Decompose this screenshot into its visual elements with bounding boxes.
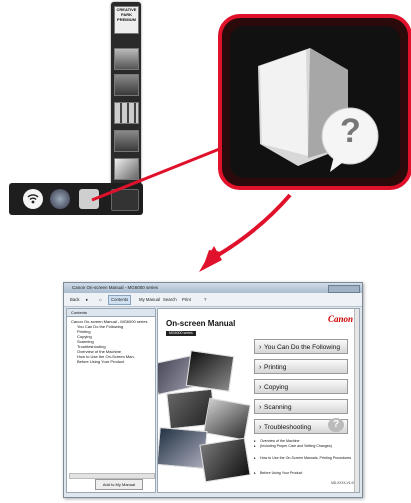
help-bubble-icon: ? (328, 418, 344, 432)
window-title: Canon On-screen Manual - MG6000 series (72, 285, 159, 290)
nav-scanning[interactable]: Scanning (254, 399, 348, 415)
manual-icon-zoomed: ? (230, 26, 400, 178)
home-icon[interactable]: ⌂ (99, 293, 102, 306)
photo-image (199, 437, 251, 483)
link-how-to-use[interactable]: How to Use the On-Screen Manuals, Printi… (254, 456, 359, 461)
link-before-using[interactable]: Before Using Your Product (254, 471, 359, 476)
doc-id: MD-XXXX-V1.00 (331, 481, 355, 485)
nav-you-can-do[interactable]: You Can Do the Following (254, 339, 348, 355)
tree-item[interactable]: Before Using Your Product (77, 359, 124, 364)
print-button[interactable]: Print (182, 293, 191, 306)
search-button[interactable]: Search (163, 293, 177, 306)
link-overview-detail[interactable]: (Including Proper Care and Setting Chang… (254, 444, 359, 449)
zoom-callout: ? (218, 14, 411, 190)
model-badge: MG6000 series (166, 331, 196, 336)
photo-image (203, 397, 251, 441)
manual-window: Canon On-screen Manual - MG6000 series B… (63, 282, 363, 498)
vertical-scrollbar[interactable] (354, 309, 359, 492)
photo-image (185, 350, 235, 392)
back-button[interactable]: Back (70, 293, 80, 306)
page-title: On-screen Manual (166, 319, 236, 328)
contents-tab-label: Contents (71, 310, 88, 315)
brand-logo: Canon (327, 314, 353, 324)
contents-pane: Contents Canon On-screen Manual - MG6000… (66, 308, 156, 493)
book-icon (258, 48, 379, 172)
forward-button[interactable]: ▸ (86, 293, 88, 306)
my-manual-button[interactable]: My Manual (139, 293, 160, 306)
window-controls[interactable] (328, 285, 360, 293)
help-icon[interactable]: ? (204, 293, 206, 306)
nav-printing[interactable]: Printing (254, 359, 348, 375)
link-overview[interactable]: Overview of the Machine (254, 439, 359, 444)
contents-button[interactable]: Contents (108, 295, 132, 305)
contents-tab[interactable]: Contents (67, 309, 155, 317)
content-pane: On-screen Manual MG6000 series Canon You… (157, 308, 360, 493)
question-mark-icon: ? (340, 112, 361, 150)
toolbar: Back ▸ ⌂ Contents My Manual Search Print… (64, 293, 362, 307)
title-bar: Canon On-screen Manual - MG6000 series (64, 283, 362, 293)
add-to-my-manual-button[interactable]: Add to My Manual (95, 479, 143, 490)
nav-copying[interactable]: Copying (254, 379, 348, 395)
